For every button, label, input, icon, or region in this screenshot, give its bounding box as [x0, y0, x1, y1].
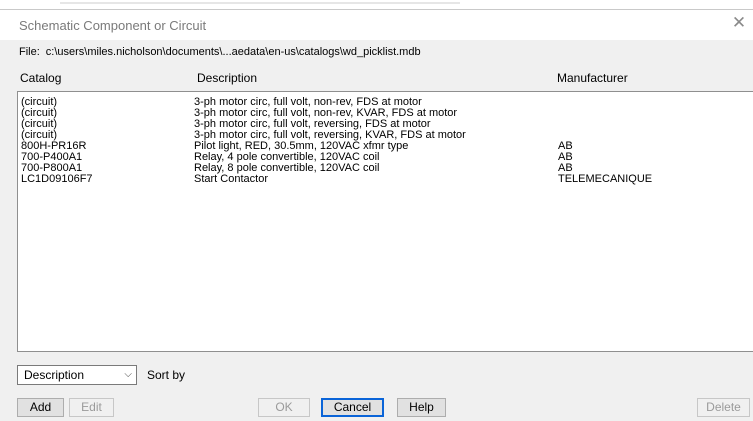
column-header-catalog[interactable]: Catalog [20, 71, 61, 85]
sort-by-selected: Description [24, 368, 85, 382]
file-label: File: [19, 46, 40, 58]
file-path: c:\users\miles.nicholson\documents\...ae… [45, 46, 421, 58]
close-icon[interactable]: ✕ [729, 13, 749, 33]
row-manufacturer: TELEMECANIQUE [558, 173, 653, 185]
catalog-list[interactable]: (circuit) 3-ph motor circ, full volt, non… [17, 91, 753, 352]
cancel-button[interactable]: Cancel [321, 398, 384, 417]
column-header-manufacturer[interactable]: Manufacturer [557, 71, 628, 85]
ok-button[interactable]: OK [258, 398, 310, 417]
add-button[interactable]: Add [17, 398, 64, 417]
sort-by-label: Sort by [147, 368, 186, 382]
background-strip [0, 0, 753, 9]
sort-by-dropdown[interactable]: Description ⌵ [17, 365, 137, 385]
column-header-description[interactable]: Description [197, 71, 257, 85]
file-path-line: File: c:\users\miles.nicholson\documents\… [19, 46, 427, 58]
title-bar: Schematic Component or Circuit ✕ [0, 9, 753, 40]
window-title: Schematic Component or Circuit [19, 18, 207, 33]
delete-button[interactable]: Delete [697, 398, 750, 417]
row-description: Start Contactor [194, 173, 268, 185]
help-button[interactable]: Help [397, 398, 446, 417]
row-catalog: LC1D09106F7 [21, 173, 93, 185]
chevron-down-icon: ⌵ [124, 369, 132, 380]
list-item[interactable]: 800H-PR16R Pilot light, RED, 30.5mm, 120V… [18, 141, 753, 152]
list-item[interactable]: LC1D09106F7 Start Contactor TELEMECANIQUE [18, 174, 753, 185]
edit-button[interactable]: Edit [69, 398, 114, 417]
list-item[interactable]: 700-P400A1 Relay, 4 pole convertible, 120… [18, 152, 753, 163]
background-ghost [60, 2, 460, 4]
